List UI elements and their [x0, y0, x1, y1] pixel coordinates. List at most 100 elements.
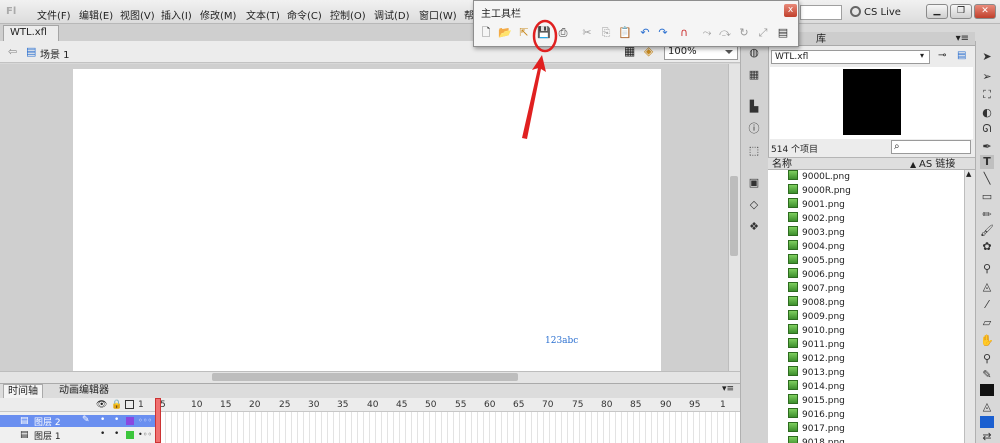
transform-icon[interactable]: ⬚	[747, 144, 761, 158]
timeline-menu-icon[interactable]: ▾≡	[722, 384, 734, 394]
stage-canvas[interactable]	[73, 69, 661, 372]
layer-name[interactable]: 图层 1	[34, 429, 61, 442]
text-tool-icon[interactable]: T	[980, 155, 994, 169]
layer-row[interactable]: ▤ 图层 1 • •	[0, 429, 160, 442]
menu-view[interactable]: 视图(V)	[120, 7, 155, 22]
motion-presets-icon[interactable]: ❖	[747, 220, 761, 234]
stage-horizontal-scroll-thumb[interactable]	[212, 373, 518, 381]
menu-control[interactable]: 控制(O)	[330, 7, 366, 22]
playhead[interactable]	[155, 398, 161, 443]
menu-window[interactable]: 窗口(W)	[419, 7, 457, 22]
open-folder-icon[interactable]: 📂	[498, 26, 512, 40]
copy-icon[interactable]: ⎘	[599, 26, 613, 40]
library-item[interactable]: 9016.png	[771, 408, 845, 422]
selection-tool-icon[interactable]: ➤	[980, 50, 994, 64]
3d-rotation-tool-icon[interactable]: ◐	[980, 106, 994, 120]
library-title[interactable]: 库	[816, 33, 826, 46]
stage-text[interactable]: 123abc	[545, 336, 578, 346]
redo-icon[interactable]: ↷	[656, 26, 670, 40]
menu-text[interactable]: 文本(T)	[246, 7, 280, 22]
hand-tool-icon[interactable]: ✋	[980, 334, 994, 348]
library-item[interactable]: 9004.png	[771, 240, 845, 254]
info-icon[interactable]: ⓘ	[747, 122, 761, 136]
scale-icon[interactable]: ⤢	[756, 26, 770, 40]
layer-color-swatch[interactable]	[126, 431, 134, 439]
cut-icon[interactable]: ✂	[580, 26, 594, 40]
pen-tool-icon[interactable]: ✒	[980, 140, 994, 154]
dropdown-arrow-icon[interactable]: ▾	[920, 51, 924, 60]
stage-vertical-scroll-thumb[interactable]	[730, 176, 738, 256]
library-item[interactable]: 9000L.png	[771, 170, 850, 184]
library-item[interactable]: 9012.png	[771, 352, 845, 366]
paint-bucket-tool-icon[interactable]: ◬	[980, 280, 994, 294]
document-tab[interactable]: WTL.xfl ×	[3, 25, 59, 51]
eraser-tool-icon[interactable]: ▱	[980, 316, 994, 330]
print-icon[interactable]: ⎙	[556, 26, 570, 40]
pin-icon[interactable]: ⊸	[938, 50, 946, 61]
library-item[interactable]: 9000R.png	[771, 184, 851, 198]
menu-commands[interactable]: 命令(C)	[287, 7, 322, 22]
tab-motion-editor[interactable]: 动画编辑器	[55, 384, 113, 398]
color-icon[interactable]: ◍	[747, 46, 761, 60]
library-item[interactable]: 9006.png	[771, 268, 845, 282]
smooth-icon[interactable]: ⤳	[700, 26, 714, 40]
free-transform-tool-icon[interactable]: ⛶	[980, 88, 994, 102]
library-scrollbar[interactable]: ▲	[964, 170, 975, 443]
snap-to-objects-icon[interactable]: ∩	[677, 26, 691, 40]
col-linkage[interactable]: AS 链接	[919, 159, 955, 170]
brush-tool-icon[interactable]: 🖌	[980, 224, 994, 238]
panel-menu-icon[interactable]: ▾≡	[956, 32, 969, 45]
library-item[interactable]: 9001.png	[771, 198, 845, 212]
library-item[interactable]: 9015.png	[771, 394, 845, 408]
zoom-tool-icon[interactable]: ⚲	[980, 352, 994, 366]
outline-icon[interactable]	[125, 400, 134, 409]
library-item[interactable]: 9008.png	[771, 296, 845, 310]
rectangle-tool-icon[interactable]: ▭	[980, 190, 994, 204]
code-snippets-icon[interactable]: ▣	[747, 176, 761, 190]
library-item[interactable]: 9014.png	[771, 380, 845, 394]
minimize-button[interactable]: ▁	[926, 4, 948, 19]
menu-file[interactable]: 文件(F)	[37, 7, 71, 22]
new-library-icon[interactable]: ▤	[957, 50, 966, 61]
line-tool-icon[interactable]: ╲	[980, 172, 994, 186]
bridge-icon[interactable]: ⇱	[517, 26, 531, 40]
library-document-select[interactable]: WTL.xfl	[771, 50, 930, 64]
frame-grid[interactable]	[160, 412, 740, 443]
sort-icon[interactable]: ▲	[910, 159, 916, 170]
menu-modify[interactable]: 修改(M)	[200, 7, 236, 22]
library-item[interactable]: 9011.png	[771, 338, 845, 352]
restore-button[interactable]: ❐	[950, 4, 972, 19]
eyedropper-tool-icon[interactable]: ⁄	[980, 298, 994, 312]
layer-color-swatch[interactable]	[126, 417, 134, 425]
visible-dot[interactable]: •	[100, 415, 105, 425]
fill-color-swatch[interactable]	[980, 416, 994, 428]
new-file-icon[interactable]: 🗋	[479, 26, 493, 40]
menu-edit[interactable]: 编辑(E)	[79, 7, 113, 22]
scroll-up-icon[interactable]: ▲	[966, 170, 971, 178]
layer-row-selected[interactable]: ▤ 图层 2 ✎ • •	[0, 415, 160, 428]
paste-icon[interactable]: 📋	[618, 26, 632, 40]
subselection-tool-icon[interactable]: ➢	[980, 70, 994, 84]
components-icon[interactable]: ◇	[747, 198, 761, 212]
fill-color-icon[interactable]: ◬	[980, 400, 994, 414]
show-hide-icon[interactable]: 👁	[96, 400, 107, 410]
tab-timeline[interactable]: 时间轴	[3, 384, 43, 398]
bone-tool-icon[interactable]: ⚲	[980, 262, 994, 276]
lock-icon[interactable]: 🔒	[111, 400, 122, 410]
library-item[interactable]: 9005.png	[771, 254, 845, 268]
deco-tool-icon[interactable]: ✿	[980, 240, 994, 254]
layer-name[interactable]: 图层 2	[34, 415, 61, 428]
swap-colors-icon[interactable]: ⇄	[980, 430, 994, 443]
back-arrow-icon[interactable]: ⇦	[8, 45, 17, 58]
library-item[interactable]: 9007.png	[771, 282, 845, 296]
cs-live-button[interactable]: CS Live	[850, 6, 901, 20]
library-item[interactable]: 9009.png	[771, 310, 845, 324]
library-item[interactable]: 9003.png	[771, 226, 845, 240]
stroke-color-swatch[interactable]	[980, 384, 994, 396]
library-item[interactable]: 9002.png	[771, 212, 845, 226]
main-toolbar-close-button[interactable]: x	[784, 4, 797, 17]
visible-dot[interactable]: •	[100, 429, 105, 439]
lock-dot[interactable]: •	[114, 429, 119, 439]
menu-insert[interactable]: 插入(I)	[161, 7, 192, 22]
menu-debug[interactable]: 调试(D)	[374, 7, 410, 22]
